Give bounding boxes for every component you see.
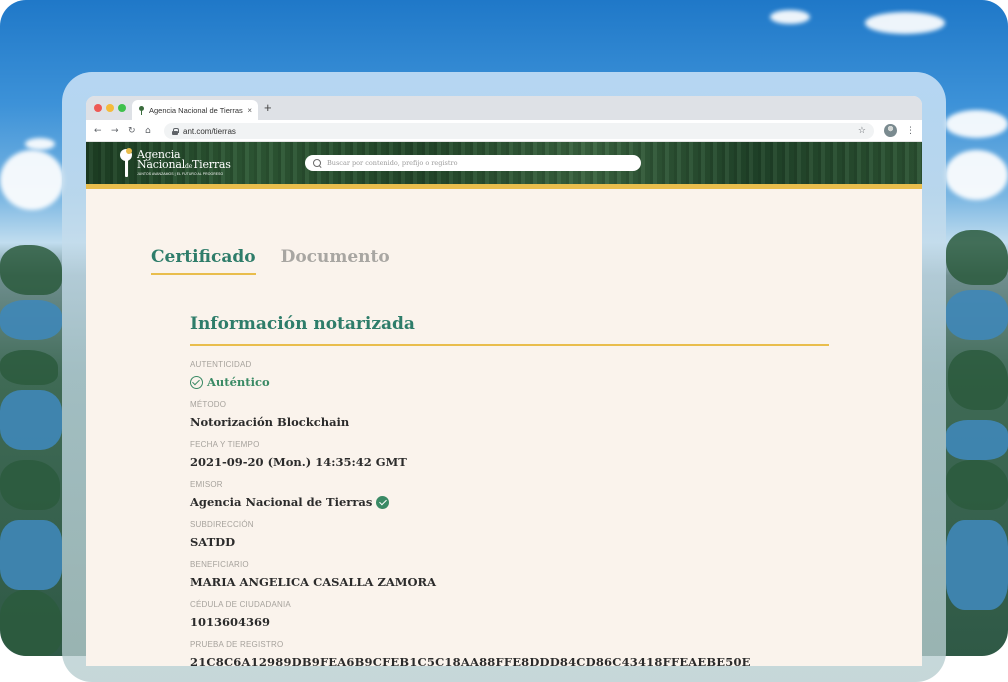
search-icon — [313, 158, 322, 168]
favicon-icon — [138, 105, 145, 115]
field-value: 21C8C6A12989DB9FEA6B9CFEB1C5C18AA88FFE8D… — [190, 655, 751, 666]
browser-menu-icon[interactable]: ⋮ — [906, 124, 915, 138]
logo-text-line2: NacionaldeTierras — [137, 158, 231, 171]
back-icon[interactable]: ← — [94, 124, 102, 138]
lock-icon — [172, 127, 179, 135]
tab-certificado[interactable]: Certificado — [151, 247, 256, 275]
field-autenticidad: AUTENTICIDAD Auténtico — [190, 360, 270, 389]
field-value: Agencia Nacional de Tierras — [190, 495, 390, 509]
field-value: SATDD — [190, 535, 236, 549]
field-label: SUBDIRECCIÓN — [190, 520, 254, 529]
field-value: 1013604369 — [190, 615, 271, 629]
window-minimize-button[interactable] — [106, 104, 114, 112]
browser-tabstrip: Agencia Nacional de Tierras × + — [86, 96, 922, 120]
certificate-content: Certificado Documento Información notari… — [86, 189, 922, 666]
field-value: 2021-09-20 (Mon.) 14:35:42 GMT — [190, 455, 407, 469]
window-close-button[interactable] — [94, 104, 102, 112]
verified-badge-icon — [376, 495, 390, 509]
browser-toolbar: ← → ↻ ⌂ ant.com/tierras ☆ ⋮ — [86, 120, 922, 142]
address-bar[interactable]: ant.com/tierras ☆ — [164, 123, 874, 139]
field-label: EMISOR — [190, 480, 223, 489]
home-icon[interactable]: ⌂ — [145, 124, 151, 138]
field-prueba-registro: PRUEBA DE REGISTRO 21C8C6A12989DB9FEA6B9… — [190, 640, 751, 666]
browser-tab-title: Agencia Nacional de Tierras — [149, 105, 243, 115]
reload-icon[interactable]: ↻ — [128, 124, 136, 138]
field-label: BENEFICIARIO — [190, 560, 249, 569]
field-value: Auténtico — [190, 375, 270, 389]
browser-window: Agencia Nacional de Tierras × + ← → ↻ ⌂ … — [86, 96, 922, 666]
site-search-input[interactable] — [327, 159, 633, 167]
address-url[interactable]: ant.com/tierras — [183, 127, 853, 136]
field-value: Notorización Blockchain — [190, 415, 350, 429]
site-search-box[interactable] — [305, 155, 641, 171]
field-label: FECHA Y TIEMPO — [190, 440, 260, 449]
section-divider — [190, 344, 829, 346]
field-label: PRUEBA DE REGISTRO — [190, 640, 284, 649]
tab-documento[interactable]: Documento — [281, 247, 390, 275]
field-label: MÉTODO — [190, 400, 227, 409]
profile-avatar[interactable] — [884, 124, 897, 137]
field-label: AUTENTICIDAD — [190, 360, 252, 369]
browser-tab[interactable]: Agencia Nacional de Tierras × — [132, 100, 258, 120]
site-logo[interactable]: Agencia NacionaldeTierras JUNTOS AVANZAM… — [118, 147, 231, 181]
logo-tagline: JUNTOS AVANZAMOS | EL FUTURO AL PROGRESO — [137, 172, 224, 176]
tab-close-icon[interactable]: × — [247, 106, 252, 115]
bookmark-star-icon[interactable]: ☆ — [858, 126, 866, 136]
forward-icon[interactable]: → — [111, 124, 119, 138]
check-circle-icon — [190, 375, 203, 389]
field-beneficiario: BENEFICIARIO MARIA ANGELICA CASALLA ZAMO… — [190, 560, 436, 589]
site-header: Agencia NacionaldeTierras JUNTOS AVANZAM… — [86, 142, 922, 184]
logo-mark-icon — [118, 147, 134, 179]
section-title: Información notarizada — [190, 314, 415, 334]
new-tab-button[interactable]: + — [264, 101, 272, 115]
field-value: MARIA ANGELICA CASALLA ZAMORA — [190, 575, 437, 589]
view-tabs: Certificado Documento — [151, 247, 390, 275]
field-fecha-tiempo: FECHA Y TIEMPO 2021-09-20 (Mon.) 14:35:4… — [190, 440, 407, 469]
field-emisor: EMISOR Agencia Nacional de Tierras — [190, 480, 390, 509]
window-maximize-button[interactable] — [118, 104, 126, 112]
field-metodo: MÉTODO Notorización Blockchain — [190, 400, 349, 429]
field-cedula: CÉDULA DE CIUDADANIA 1013604369 — [190, 600, 291, 629]
field-subdireccion: SUBDIRECCIÓN SATDD — [190, 520, 254, 549]
field-label: CÉDULA DE CIUDADANIA — [190, 600, 291, 609]
